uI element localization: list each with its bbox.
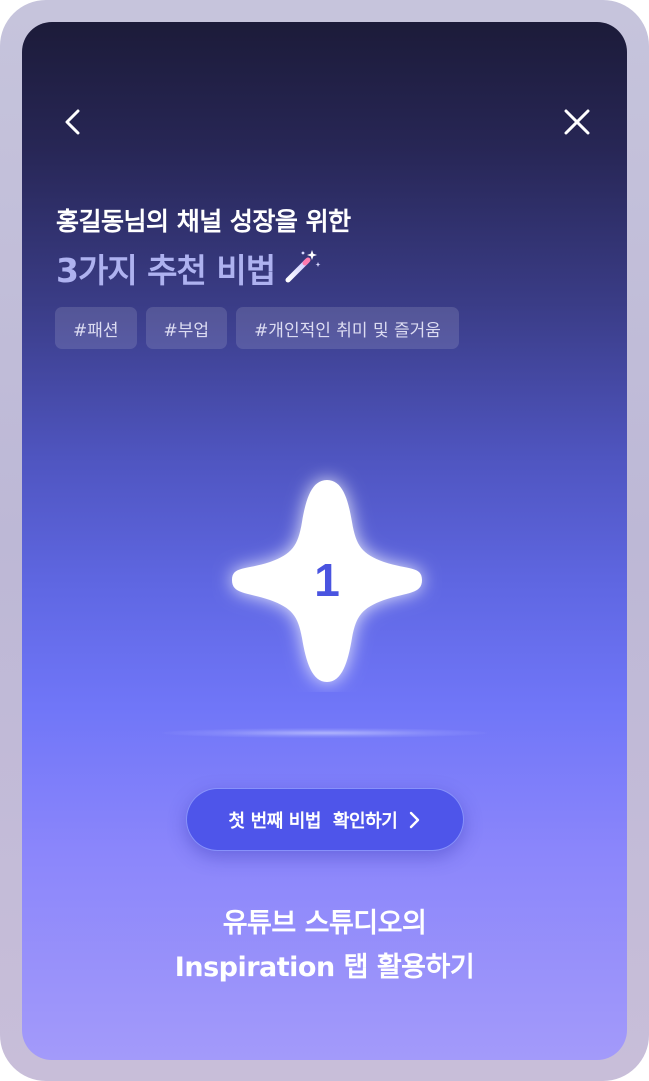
- close-icon: [564, 109, 590, 135]
- recipe-title: 유튜브 스튜디오의 Inspiration 탭 활용하기: [22, 902, 627, 990]
- close-button[interactable]: [557, 102, 597, 142]
- hashtag-chip[interactable]: #패션: [55, 307, 137, 349]
- hashtag-list: #패션 #부업 #개인적인 취미 및 즐거움: [55, 307, 459, 349]
- recipe-title-line-2: Inspiration 탭 활용하기: [174, 952, 475, 983]
- device-frame: 홍길동님의 채널 성장을 위한 3가지 추천 비법 #패션 #부업 #개인적인 …: [0, 0, 649, 1081]
- header-subtitle: 홍길동님의 채널 성장을 위한: [56, 207, 351, 236]
- recipe-title-line-1: 유튜브 스튜디오의: [222, 908, 427, 939]
- page-title: 3가지 추천 비법: [56, 251, 276, 290]
- chevron-right-icon: [410, 811, 420, 828]
- recipe-step-card: 1: [212, 462, 442, 692]
- back-button[interactable]: [54, 102, 94, 142]
- modal-screen: 홍길동님의 채널 성장을 위한 3가지 추천 비법 #패션 #부업 #개인적인 …: [22, 22, 627, 1060]
- hashtag-chip[interactable]: #개인적인 취미 및 즐거움: [236, 307, 459, 349]
- hashtag-chip[interactable]: #부업: [145, 307, 228, 349]
- view-first-recipe-button[interactable]: 첫 번째 비법 확인하기: [186, 788, 464, 851]
- step-number: 1: [314, 554, 340, 606]
- glow-divider: [162, 728, 487, 738]
- magic-wand-icon: [283, 247, 321, 289]
- chevron-left-icon: [65, 109, 80, 135]
- cta-label: 첫 번째 비법 확인하기: [228, 810, 398, 832]
- header-title-row: 3가지 추천 비법: [56, 244, 321, 292]
